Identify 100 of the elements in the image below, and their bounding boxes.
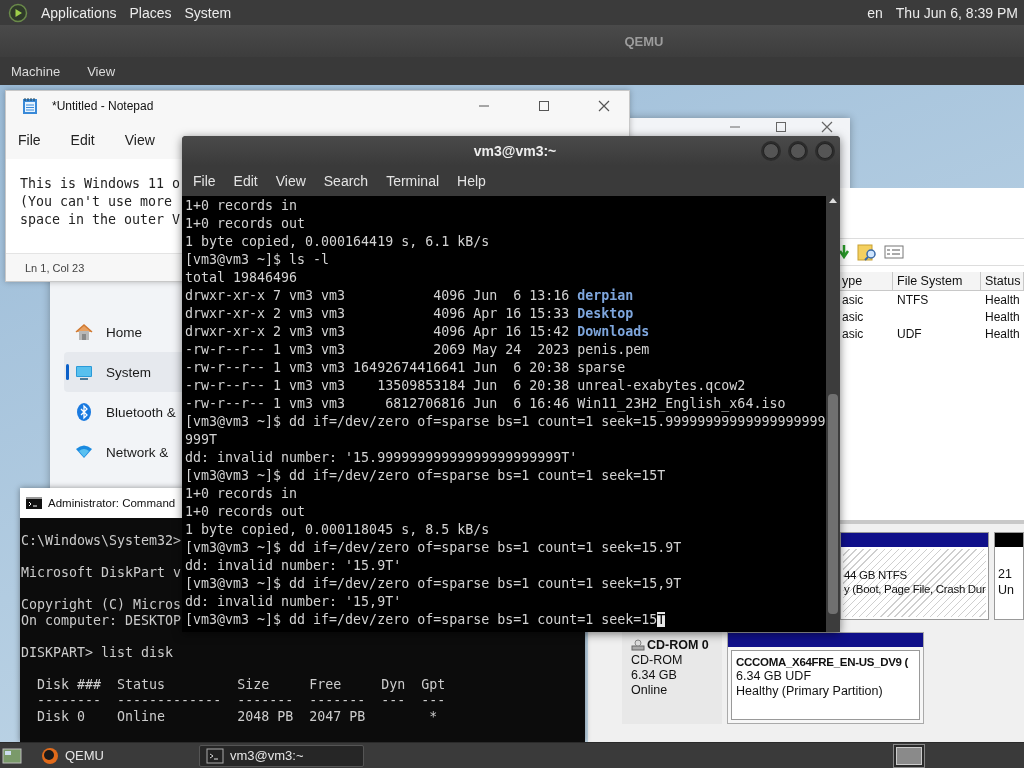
menu-item[interactable]: Applications [41, 4, 117, 21]
table-cell-text: Health [984, 325, 1021, 342]
menu-item[interactable]: System [184, 4, 232, 21]
terminal-line: drwxr-xr-x 7 vm3 vm3 4096 Jun 6 13:16 derpian [185, 287, 635, 305]
arrow-icon[interactable] [838, 243, 850, 261]
console-icon [26, 497, 42, 509]
taskbar-button[interactable]: QEMU [34, 744, 194, 767]
nav-item[interactable]: Network & [64, 432, 182, 472]
arrow-up-icon[interactable] [828, 196, 838, 204]
terminal-line: 1 byte copied, 0.000164419 s, 6.1 kB/s [185, 233, 491, 251]
keyboard-layout[interactable]: en [867, 4, 883, 21]
partition-size: 44 GB NTFS [844, 569, 908, 581]
terminal-line: 1 byte copied, 0.000118045 s, 8.5 kB/s [185, 521, 491, 539]
console-line: -------- ------------- ------- ------- --- --- [36, 693, 446, 709]
scrollbar-thumb[interactable] [828, 394, 838, 614]
terminal-line: [vm3@vm3 ~]$ ls -l [185, 251, 331, 269]
column-header[interactable]: Status [981, 272, 1024, 291]
partition-size: 6.34 GB UDF [736, 669, 813, 683]
taskbar-button[interactable]: vm3@vm3:~ [199, 744, 364, 767]
nav-item[interactable]: Home [64, 312, 182, 352]
menu-item[interactable]: View [275, 173, 306, 189]
table-cell-text: asic [841, 308, 865, 325]
disk-info: CD-ROM [631, 653, 684, 667]
terminal-line: [vm3@vm3 ~]$ dd if=/dev/zero of=sparse bs=1 count=1 seek=15.9T [185, 539, 683, 557]
terminal-line: [vm3@vm3 ~]$ dd if=/dev/zero of=sparse bs=1 count=1 seek=15,9T [185, 575, 683, 593]
table-cell-text: Health [984, 308, 1021, 325]
menu-item[interactable]: Edit [70, 132, 95, 148]
window-title: QEMU [624, 33, 664, 49]
folder-search-icon[interactable] [856, 242, 878, 262]
desktop-icon[interactable] [2, 745, 22, 766]
console-line: On computer: DESKTOP [21, 613, 182, 629]
terminal-line: total 19846496 [185, 269, 299, 287]
terminal-line: 1+0 records out [185, 215, 307, 233]
text-line: space in the outer V [20, 211, 181, 229]
terminal-line: 1+0 records in [185, 485, 299, 503]
terminal-line: [vm3@vm3 ~]$ dd if=/dev/zero of=sparse bs=1 count=1 seek=15.99999999999999999999 [185, 413, 826, 431]
menu-item[interactable]: Terminal [386, 173, 440, 189]
disk-info: 6.34 GB [631, 668, 678, 682]
text-line: This is Windows 11 o [20, 175, 181, 193]
window-title: vm3@vm3:~ [472, 143, 558, 159]
column-header[interactable]: ype [838, 272, 893, 291]
terminal-line: drwxr-xr-x 2 vm3 vm3 4096 Apr 16 15:33 Desktop [185, 305, 635, 323]
volume-label: CCCOMA_X64FRE_EN-US_DV9 ( [736, 656, 910, 668]
play-icon[interactable] [8, 2, 28, 23]
scrollbar[interactable] [826, 196, 840, 632]
partition-status: Healthy (Primary Partition) [736, 684, 884, 698]
workspace-switcher[interactable] [893, 743, 925, 768]
notepad-icon [22, 97, 38, 115]
terminal-line: -rw-r--r-- 1 vm3 vm3 13509853184 Jun 6 20:38 unreal-exabytes.qcow2 [185, 377, 747, 395]
console-line: DISKPART> list disk [21, 645, 174, 661]
terminal-line: dd: invalid number: '15.99999999999999999999999T' [185, 449, 579, 467]
terminal-line: 1+0 records in [185, 197, 299, 215]
terminal-line: -rw-r--r-- 1 vm3 vm3 6812706816 Jun 6 16:46 Win11_23H2_English_x64.iso [185, 395, 787, 413]
console-line: Disk ### Status Size Free Dyn Gpt [36, 677, 446, 693]
menu-item[interactable]: Edit [233, 173, 258, 189]
table-cell-text: asic [841, 325, 865, 342]
column-header[interactable]: File System [893, 272, 981, 291]
menu-item[interactable]: View [124, 132, 155, 148]
table-cell-text: UDF [896, 325, 923, 342]
table-cell-text: asic [841, 291, 865, 308]
clock[interactable]: Thu Jun 6, 8:39 PM [895, 4, 1018, 21]
partition-status: Un [998, 583, 1016, 597]
partition-status: y (Boot, Page File, Crash Dur [844, 583, 987, 595]
menu-item[interactable]: Search [323, 173, 369, 189]
terminal-line: dd: invalid number: '15,9T' [185, 593, 403, 611]
console-line: Microsoft DiskPart v [21, 565, 182, 581]
partition-header-bar [995, 533, 1023, 547]
terminal-line: dd: invalid number: '15.9T' [185, 557, 403, 575]
window-title: *Untitled - Notepad [52, 99, 155, 113]
bluetooth-icon [74, 402, 94, 422]
terminal-line: [vm3@vm3 ~]$ dd if=/dev/zero of=sparse bs=1 count=1 seek=15T [185, 467, 667, 485]
menu-item[interactable]: Help [457, 173, 486, 189]
home-icon [74, 322, 94, 342]
terminal-line: 999T [185, 431, 219, 449]
console-line: Disk 0 Online 2048 PB 2047 PB * [36, 709, 438, 725]
text-line: (You can't use more [20, 193, 173, 211]
menu-item[interactable]: Places [129, 4, 172, 21]
menu-item[interactable]: File [18, 132, 41, 148]
text-area[interactable]: This is Windows 11 o (You can't use more space in the outer V [6, 159, 181, 253]
cd-drive-icon [631, 639, 645, 651]
console-line: C:\Windows\System32> [21, 533, 182, 549]
disk-name: CD-ROM 0 [647, 638, 709, 652]
table-cell-text: Health [984, 291, 1021, 308]
disk-info: Online [631, 683, 669, 697]
terminal-line: drwxr-xr-x 2 vm3 vm3 4096 Apr 16 15:42 Downloads [185, 323, 651, 341]
cursor-position: Ln 1, Col 23 [25, 261, 85, 274]
nav-item[interactable]: System [64, 352, 182, 392]
console-line: Copyright (C) Micros [21, 597, 182, 613]
table-cell-text: NTFS [896, 291, 930, 308]
menu-item[interactable]: View [87, 63, 116, 79]
nav-item[interactable]: Bluetooth & [64, 392, 182, 432]
terminal-line: 1+0 records out [185, 503, 307, 521]
menu-item[interactable]: File [193, 173, 216, 189]
partition-size: 21 [998, 567, 1013, 581]
window-title: Administrator: Command [48, 497, 176, 509]
qemu-icon [41, 746, 59, 765]
terminal-line: -rw-r--r-- 1 vm3 vm3 16492674416641 Jun 6 20:38 sparse [185, 359, 627, 377]
menu-item[interactable]: Machine [11, 63, 61, 79]
terminal-line: -rw-r--r-- 1 vm3 vm3 2069 May 24 2023 penis.pem [185, 341, 651, 359]
terminal-icon [206, 746, 224, 765]
